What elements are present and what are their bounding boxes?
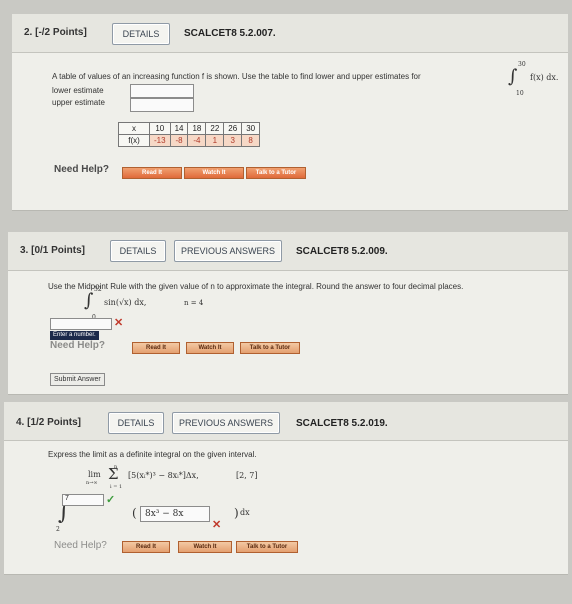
integrand: f(x) dx. — [530, 73, 559, 82]
table-cell: 18 — [187, 122, 207, 135]
table-cell: 10 — [149, 122, 171, 135]
talk-to-tutor-button[interactable]: Talk to a Tutor — [236, 541, 298, 553]
question-prompt: Express the limit as a definite integral… — [48, 450, 257, 459]
integral-lower-limit: 2 — [56, 526, 60, 533]
table-cell: 26 — [223, 122, 243, 135]
answer-input[interactable] — [50, 318, 112, 330]
table-cell: 30 — [241, 122, 261, 135]
left-paren: ( — [132, 506, 137, 520]
correct-icon: ✓ — [106, 494, 116, 506]
details-button[interactable]: DETAILS — [112, 23, 170, 45]
upper-limit-value: 7 — [65, 495, 69, 502]
n-value: n = 4 — [184, 299, 204, 307]
need-help-label: Need Help? — [54, 540, 107, 551]
need-help-label: Need Help? — [50, 340, 106, 351]
question-2-title: 2. [-/2 Points] — [24, 27, 87, 38]
previous-answers-button[interactable]: PREVIOUS ANSWERS — [172, 412, 280, 434]
sum-lower: i = 1 — [110, 484, 123, 490]
question-4-title: 4. [1/2 Points] — [16, 417, 82, 428]
incorrect-icon: ✕ — [212, 519, 222, 531]
read-it-button[interactable]: Read It — [122, 541, 170, 553]
submit-answer-button[interactable]: Submit Answer — [50, 373, 105, 386]
question-3-title: 3. [0/1 Points] — [20, 245, 86, 256]
table-cell: 3 — [223, 134, 243, 147]
talk-to-tutor-button[interactable]: Talk to a Tutor — [240, 342, 300, 354]
sigma-icon: Σ — [108, 465, 119, 483]
interval: [2, 7] — [236, 471, 258, 480]
table-cell: -4 — [187, 134, 207, 147]
watch-it-button[interactable]: Watch It — [178, 541, 232, 553]
integral-upper-limit: 32 — [94, 286, 102, 293]
table-row: x 10 14 18 22 26 30 — [118, 122, 261, 135]
details-button[interactable]: DETAILS — [110, 240, 166, 262]
table-cell: -13 — [149, 134, 171, 147]
table-cell: -8 — [169, 134, 189, 147]
question-code: SCALCET8 5.2.009. — [296, 246, 388, 257]
table-row: f(x) -13 -8 -4 1 3 8 — [118, 134, 261, 147]
table-cell: 22 — [205, 122, 225, 135]
table-header-x: x — [118, 122, 150, 135]
enter-number-tooltip: Enter a number. — [50, 331, 99, 340]
integrand-value: 8x³ − 8x — [145, 509, 184, 519]
question-4-header: 4. [1/2 Points] DETAILS PREVIOUS ANSWERS… — [4, 402, 568, 441]
upper-estimate-input[interactable] — [130, 98, 194, 112]
limit-label: lim — [88, 470, 101, 479]
integrand-input[interactable]: 8x³ − 8x — [140, 506, 210, 522]
limit-subscript: n→∞ — [86, 480, 98, 486]
watch-it-button[interactable]: Watch It — [186, 342, 234, 354]
lower-estimate-label: lower estimate — [52, 86, 104, 95]
read-it-button[interactable]: Read It — [122, 167, 182, 179]
integral-sign: ∫ — [508, 66, 518, 87]
upper-estimate-label: upper estimate — [52, 98, 105, 107]
question-prompt: A table of values of an increasing funct… — [52, 72, 421, 81]
question-2: 2. [-/2 Points] DETAILS SCALCET8 5.2.007… — [12, 14, 568, 211]
integrand: sin(√x) dx, — [104, 298, 147, 307]
upper-limit-input[interactable]: 7 — [62, 494, 104, 506]
right-paren: ) — [234, 506, 239, 520]
limit-expression: [5(xᵢ*)³ − 8xᵢ*]Δx, — [128, 471, 199, 480]
read-it-button[interactable]: Read It — [132, 342, 180, 354]
question-code: SCALCET8 5.2.007. — [184, 28, 276, 39]
talk-to-tutor-button[interactable]: Talk to a Tutor — [246, 167, 306, 179]
incorrect-icon: ✕ — [114, 317, 124, 329]
need-help-label: Need Help? — [54, 164, 110, 175]
question-3-header: 3. [0/1 Points] DETAILS PREVIOUS ANSWERS… — [8, 232, 568, 271]
integral-sign: ∫ — [84, 290, 94, 311]
question-2-header: 2. [-/2 Points] DETAILS SCALCET8 5.2.007… — [12, 14, 568, 53]
integral-lower-limit: 10 — [516, 90, 524, 97]
details-button[interactable]: DETAILS — [108, 412, 164, 434]
table-cell: 1 — [205, 134, 225, 147]
table-header-fx: f(x) — [118, 134, 150, 147]
question-prompt: Use the Midpoint Rule with the given val… — [48, 282, 464, 291]
table-cell: 8 — [241, 134, 261, 147]
previous-answers-button[interactable]: PREVIOUS ANSWERS — [174, 240, 282, 262]
watch-it-button[interactable]: Watch It — [184, 167, 244, 179]
integral-upper-limit: 30 — [518, 61, 526, 68]
values-table: x 10 14 18 22 26 30 f(x) -13 -8 -4 1 3 8 — [118, 122, 261, 147]
question-4: 4. [1/2 Points] DETAILS PREVIOUS ANSWERS… — [4, 402, 568, 575]
question-3: 3. [0/1 Points] DETAILS PREVIOUS ANSWERS… — [8, 232, 568, 395]
question-code: SCALCET8 5.2.019. — [296, 418, 388, 429]
lower-estimate-input[interactable] — [130, 84, 194, 98]
table-cell: 14 — [169, 122, 189, 135]
dx-label: dx — [240, 508, 250, 517]
